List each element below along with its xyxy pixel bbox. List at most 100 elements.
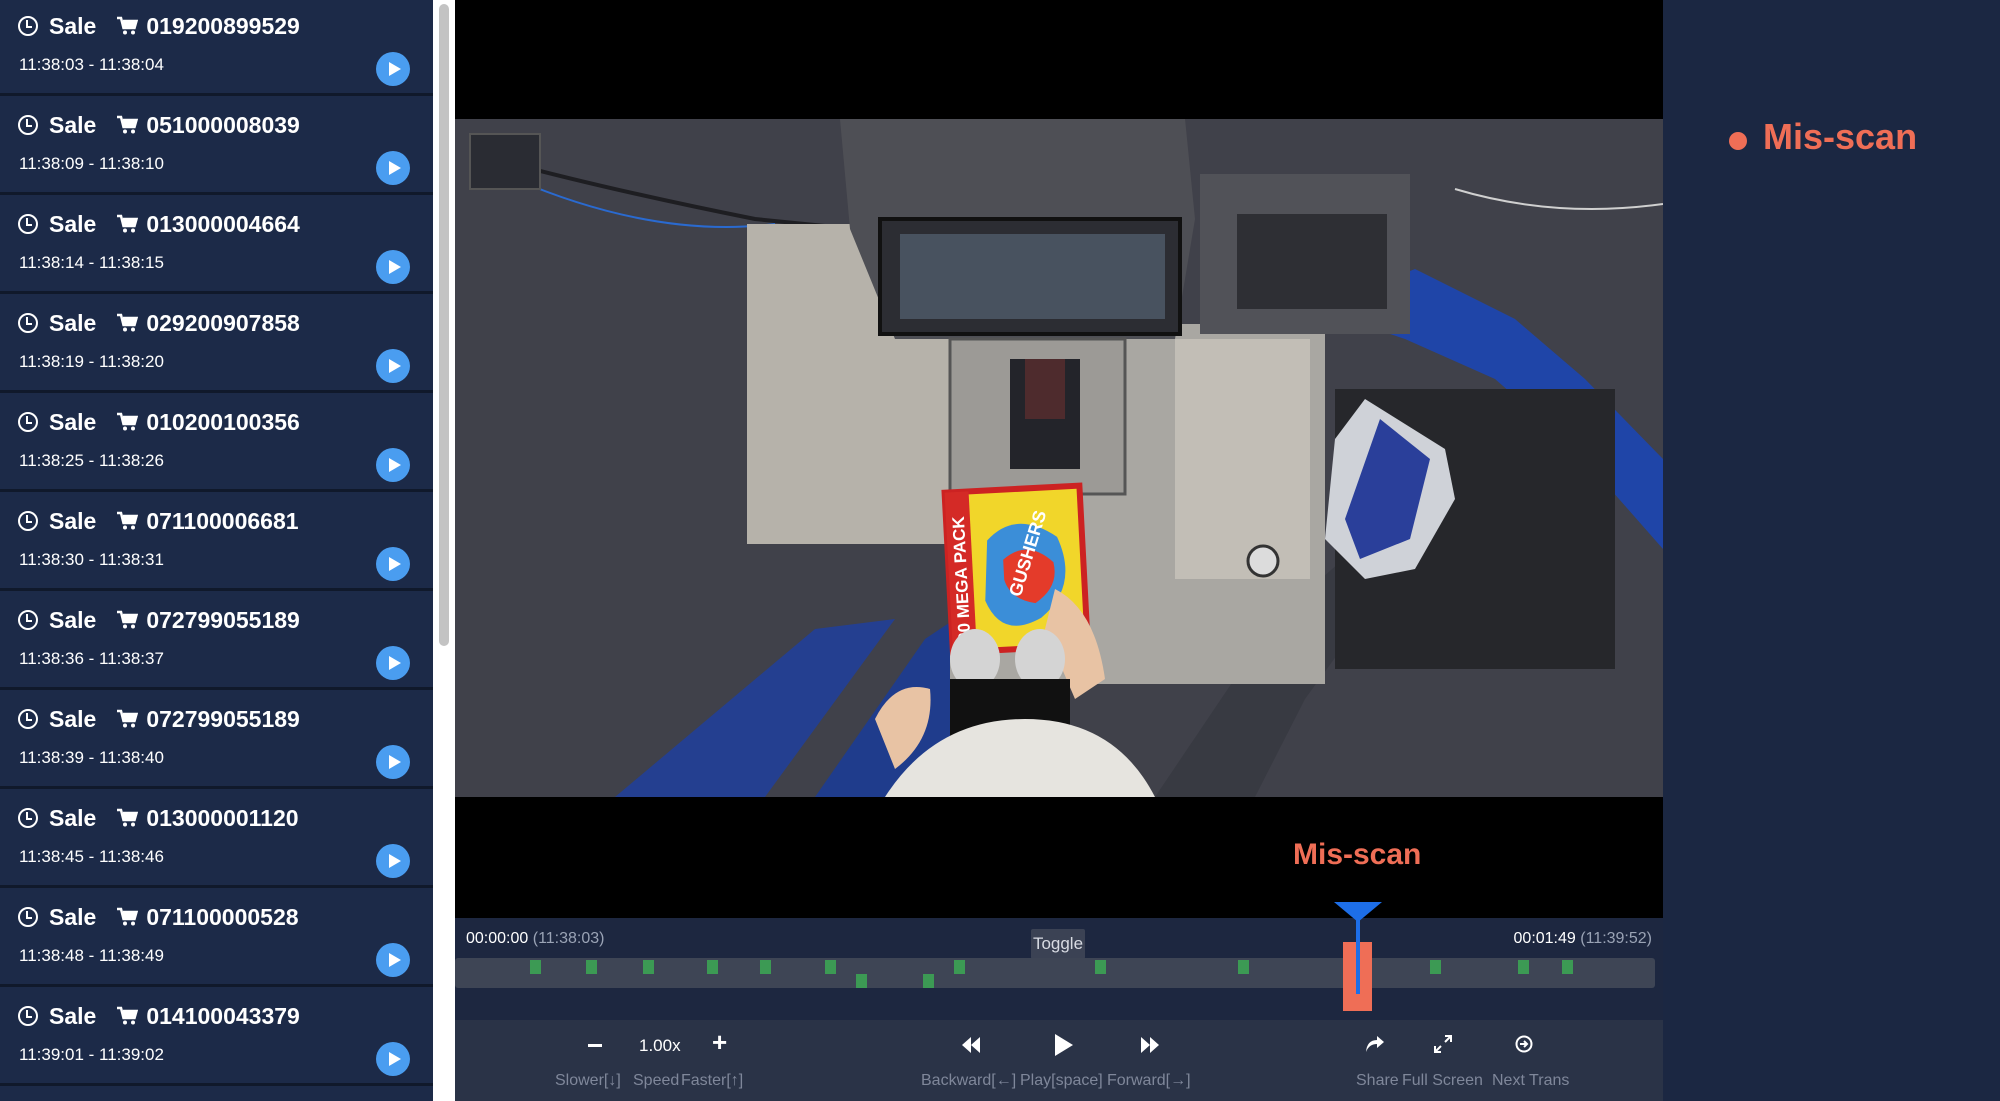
legend-panel: Mis-scan <box>1663 0 2000 1101</box>
transaction-time: 11:38:45 - 11:38:46 <box>19 847 164 866</box>
transaction-tick[interactable] <box>1430 960 1441 974</box>
play-transaction-button[interactable] <box>376 1042 410 1076</box>
transaction-item[interactable]: Sale 071100000528 11:38:48 - 11:38:49 <box>0 891 433 987</box>
play-transaction-button[interactable] <box>376 448 410 482</box>
cart-icon <box>117 610 139 629</box>
timeline[interactable]: 00:00:00 (11:38:03) Toggle 00:01:49 (11:… <box>455 918 1663 1020</box>
transaction-tick[interactable] <box>954 960 965 974</box>
clock-icon <box>18 1006 38 1026</box>
play-transaction-button[interactable] <box>376 646 410 680</box>
transaction-tick[interactable] <box>1095 960 1106 974</box>
checkout-scene: 20 MEGA PACK GUSHERS <box>455 119 1663 797</box>
play-icon[interactable] <box>1055 1034 1073 1056</box>
cart-icon <box>117 808 139 827</box>
speed-value: 1.00x <box>639 1036 681 1055</box>
play-transaction-button[interactable] <box>376 349 410 383</box>
transaction-tick[interactable] <box>643 960 654 974</box>
fullscreen-label: Full Screen <box>1402 1072 1483 1089</box>
transaction-tick[interactable] <box>707 960 718 974</box>
transaction-tick[interactable] <box>923 974 934 988</box>
play-transaction-button[interactable] <box>376 844 410 878</box>
forward-label: Forward[→] <box>1107 1072 1191 1089</box>
transaction-tick[interactable] <box>586 960 597 974</box>
transaction-time: 11:38:48 - 11:38:49 <box>19 946 164 965</box>
transaction-type: Sale <box>49 804 97 831</box>
transaction-tick[interactable] <box>856 974 867 988</box>
transaction-item[interactable]: Sale 029200907858 11:38:19 - 11:38:20 <box>0 297 433 393</box>
clock-icon <box>18 907 38 927</box>
clock-icon <box>18 412 38 432</box>
transaction-type: Sale <box>49 408 97 435</box>
transaction-item[interactable]: Sale 013000004664 11:38:14 - 11:38:15 <box>0 198 433 294</box>
faster-button[interactable]: + <box>712 1028 727 1056</box>
share-icon[interactable] <box>1365 1035 1385 1053</box>
transaction-item[interactable]: Sale 072799055189 11:38:36 - 11:38:37 <box>0 594 433 690</box>
cart-icon <box>117 115 139 134</box>
transaction-time: 11:38:03 - 11:38:04 <box>19 55 164 74</box>
play-transaction-button[interactable] <box>376 745 410 779</box>
transaction-upc: 019200899529 <box>146 12 300 39</box>
transaction-upc: 051000008039 <box>146 111 300 138</box>
slower-button[interactable] <box>588 1044 602 1047</box>
clock-icon <box>18 511 38 531</box>
clock-icon <box>18 115 38 135</box>
timeline-start-time: 00:00:00 (11:38:03) <box>466 930 605 947</box>
transaction-upc: 029200907858 <box>146 309 300 336</box>
transaction-type: Sale <box>49 12 97 39</box>
transaction-item[interactable]: Sale 019200899529 11:38:03 - 11:38:04 <box>0 0 433 96</box>
transaction-tick[interactable] <box>1562 960 1573 974</box>
cart-icon <box>117 907 139 926</box>
transaction-upc: 010200100356 <box>146 408 300 435</box>
clock-icon <box>18 313 38 333</box>
play-label: Play[space] <box>1020 1072 1103 1089</box>
transaction-tick[interactable] <box>760 960 771 974</box>
sidebar-scrollbar-thumb[interactable] <box>439 4 449 646</box>
video-frame[interactable]: 20 MEGA PACK GUSHERS <box>455 119 1663 797</box>
transaction-item[interactable]: Sale 072799055189 11:38:39 - 11:38:40 <box>0 693 433 789</box>
play-transaction-button[interactable] <box>376 250 410 284</box>
transaction-type: Sale <box>49 606 97 633</box>
transaction-time: 11:38:39 - 11:38:40 <box>19 748 164 767</box>
backward-label: Backward[←] <box>921 1072 1017 1089</box>
play-transaction-button[interactable] <box>376 52 410 86</box>
fullscreen-icon[interactable] <box>1434 1035 1452 1053</box>
transaction-tick[interactable] <box>530 960 541 974</box>
transaction-item[interactable]: Sale 010200100356 11:38:25 - 11:38:26 <box>0 396 433 492</box>
transaction-upc: 072799055189 <box>146 705 300 732</box>
cart-icon <box>117 511 139 530</box>
cart-icon <box>117 214 139 233</box>
transaction-time: 11:38:36 - 11:38:37 <box>19 649 164 668</box>
transaction-item[interactable]: Sale 071100006681 11:38:30 - 11:38:31 <box>0 495 433 591</box>
transaction-tick[interactable] <box>825 960 836 974</box>
clock-icon <box>18 808 38 828</box>
video-player: 20 MEGA PACK GUSHERS Mis-scan 00:00:00 (… <box>455 0 1663 1101</box>
play-transaction-button[interactable] <box>376 943 410 977</box>
cart-icon <box>117 412 139 431</box>
timeline-track[interactable] <box>455 958 1655 988</box>
playhead-handle[interactable] <box>1334 902 1382 922</box>
transaction-time: 11:39:01 - 11:39:02 <box>19 1045 164 1064</box>
transaction-type: Sale <box>49 309 97 336</box>
cart-icon <box>117 709 139 728</box>
transaction-item[interactable]: Sale 014100043379 11:39:01 - 11:39:02 <box>0 990 433 1086</box>
next-transaction-icon[interactable] <box>1515 1035 1533 1053</box>
transaction-item[interactable]: Sale 013000001120 11:38:45 - 11:38:46 <box>0 792 433 888</box>
transaction-type: Sale <box>49 1002 97 1029</box>
speed-label: Speed <box>633 1072 680 1089</box>
transaction-type: Sale <box>49 210 97 237</box>
play-transaction-button[interactable] <box>376 547 410 581</box>
transaction-upc: 014100043379 <box>146 1002 300 1029</box>
transaction-tick[interactable] <box>1238 960 1249 974</box>
faster-label: Faster[↑] <box>681 1072 744 1089</box>
transaction-type: Sale <box>49 111 97 138</box>
forward-icon[interactable] <box>1141 1037 1159 1053</box>
transaction-upc: 072799055189 <box>146 606 300 633</box>
toggle-button[interactable]: Toggle <box>1031 929 1085 959</box>
play-transaction-button[interactable] <box>376 151 410 185</box>
misscan-marker-label: Mis-scan <box>1293 838 1422 871</box>
player-controls: 1.00x + Slower[↓] Speed Faster[↑] Backwa… <box>455 1020 1663 1101</box>
transaction-tick[interactable] <box>1518 960 1529 974</box>
backward-icon[interactable] <box>962 1037 980 1053</box>
transaction-item[interactable]: Sale 051000008039 11:38:09 - 11:38:10 <box>0 99 433 195</box>
playhead-line <box>1356 918 1360 994</box>
